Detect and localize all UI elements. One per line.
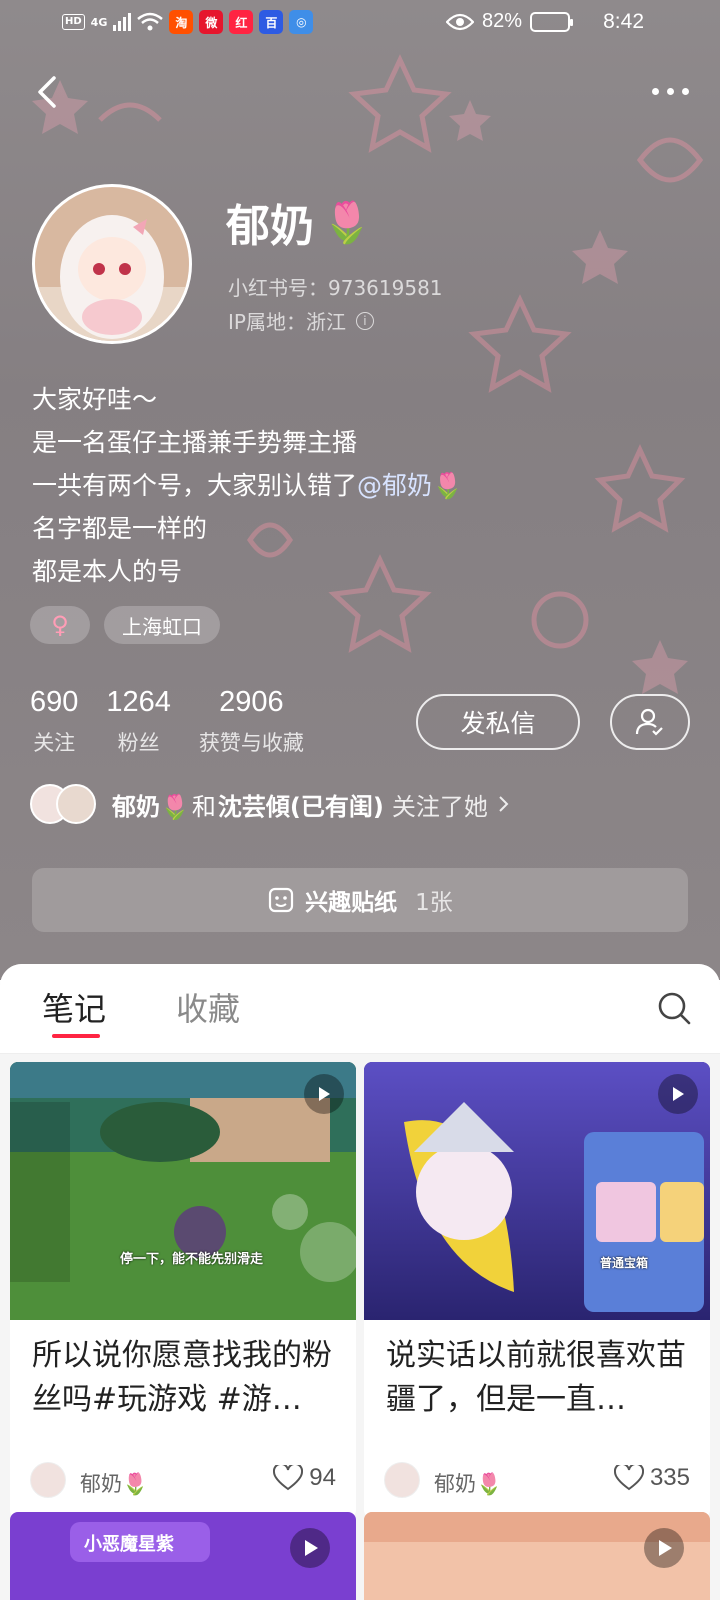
browser-icon: ◎ [289, 10, 314, 34]
back-arrow-icon[interactable] [30, 72, 70, 112]
search-icon[interactable] [656, 990, 692, 1026]
note-author[interactable]: 郁奶🌷 [80, 1468, 148, 1498]
baidu-icon: 百 [259, 10, 284, 34]
mutual-suffix: 关注了她 [391, 792, 488, 821]
stat-followers[interactable]: 1264 粉丝 [106, 686, 171, 757]
xiaohongshu-icon: 红 [229, 10, 254, 34]
profile-header: HD 4G 淘 微 红 百 ◎ 82% 8:42 郁奶 🌷 小红书号：97361… [0, 0, 720, 980]
tulip-emoji: 🌷 [322, 199, 372, 246]
game-scene-green [10, 1062, 356, 1320]
follow-button[interactable] [610, 694, 690, 750]
stat-following-value: 690 [30, 686, 79, 718]
game-scene-purple [364, 1062, 710, 1320]
notes-sheet: 笔记 收藏 停一下，能不能先别滑走 所以说你愿意找我的粉丝吗#玩游戏 #游… 郁… [0, 964, 720, 1600]
more-options-icon[interactable] [648, 78, 692, 104]
send-message-button[interactable]: 发私信 [416, 694, 580, 750]
note-cover-caption: 普通宝箱 [600, 1256, 649, 1270]
note-title: 说实话以前就很喜欢苗疆了，但是一直… [386, 1338, 686, 1417]
profile-stats: 690 关注 1264 粉丝 2906 获赞与收藏 [30, 686, 332, 757]
wifi-icon [137, 12, 164, 31]
red-id: 小红书号：973619581 [228, 276, 443, 300]
note-card[interactable]: 小恶魔星紫 [10, 1512, 356, 1600]
ip-location-text: IP属地：浙江 [228, 310, 346, 334]
like-button[interactable]: 335 [613, 1464, 690, 1492]
video-play-icon [304, 1074, 344, 1114]
like-count: 94 [309, 1464, 336, 1491]
tab-favorites[interactable]: 收藏 [176, 984, 240, 1030]
tab-notes[interactable]: 笔记 [42, 984, 106, 1030]
like-count: 335 [649, 1464, 690, 1491]
bio-line-3-text: 一共有两个号，大家别认错了 [32, 471, 358, 500]
stat-following-label: 关注 [33, 731, 76, 755]
bio: 大家好哇～ 是一名蛋仔主播兼手势舞主播 一共有两个号，大家别认错了@郁奶🌷 名字… [32, 378, 463, 593]
note-card[interactable]: 停一下，能不能先别滑走 所以说你愿意找我的粉丝吗#玩游戏 #游… 郁奶🌷 94 [10, 1062, 356, 1518]
like-button[interactable]: 94 [273, 1464, 336, 1492]
mutual-connector: 和 [191, 792, 216, 821]
location-tag: 上海虹口 [104, 606, 220, 644]
note-title: 所以说你愿意找我的粉丝吗#玩游戏 #游… [32, 1338, 332, 1417]
video-play-icon [658, 1074, 698, 1114]
stat-followers-label: 粉丝 [117, 731, 160, 755]
mutual-follow-row[interactable]: 郁奶🌷 和 沈芸傾(已有闺) 关注了她 [30, 784, 512, 824]
nickname: 郁奶 🌷 [226, 190, 372, 254]
weibo-icon: 微 [199, 10, 224, 34]
note-cover-image [364, 1512, 710, 1600]
note-author-avatar[interactable] [30, 1462, 66, 1498]
interest-sticker-bar[interactable]: 兴趣贴纸 1张 [32, 868, 688, 932]
signal-icon [113, 13, 132, 31]
sticker-label: 兴趣贴纸 [305, 890, 398, 916]
avatar-illustration [35, 187, 189, 341]
content-tabs: 笔记 收藏 [0, 964, 720, 1054]
note-cover-caption: 小恶魔星紫 [84, 1534, 174, 1555]
note-card[interactable] [364, 1512, 710, 1600]
ip-location: IP属地：浙江 i [228, 306, 374, 335]
status-bar: HD 4G 淘 微 红 百 ◎ 82% 8:42 [0, 0, 720, 48]
note-cover-caption: 停一下，能不能先别滑走 [120, 1252, 264, 1267]
heart-icon [273, 1465, 304, 1491]
hd-badge: HD [62, 14, 85, 30]
stat-likes-label: 获赞与收藏 [198, 731, 304, 755]
mutual-avatar-2 [56, 784, 96, 824]
nickname-text: 郁奶 [226, 201, 314, 252]
stat-followers-value: 1264 [106, 686, 171, 718]
bio-line-5: 都是本人的号 [32, 557, 183, 586]
status-right: 82% [445, 10, 573, 33]
stat-likes-value: 2906 [219, 686, 284, 718]
note-footer: 郁奶🌷 335 [364, 1438, 710, 1518]
note-author-avatar[interactable] [384, 1462, 420, 1498]
note-cover-image: 普通宝箱 [364, 1062, 710, 1320]
stat-likes[interactable]: 2906 获赞与收藏 [199, 686, 304, 757]
avatar[interactable] [32, 184, 192, 344]
user-check-icon [635, 708, 663, 736]
note-cover-image: 停一下，能不能先别滑走 [10, 1062, 356, 1320]
bio-line-1: 大家好哇～ [32, 385, 158, 414]
battery-percent: 82% [481, 10, 522, 32]
status-left: HD 4G 淘 微 红 百 ◎ [62, 10, 314, 34]
active-tab-indicator [52, 1034, 100, 1038]
bio-mention-link[interactable]: @郁奶🌷 [357, 471, 463, 500]
battery-icon [530, 11, 573, 32]
bio-line-2: 是一名蛋仔主播兼手势舞主播 [32, 428, 358, 457]
note-author[interactable]: 郁奶🌷 [434, 1468, 502, 1498]
info-icon[interactable]: i [355, 311, 374, 330]
sticker-count: 1张 [415, 890, 453, 916]
sticker-icon [269, 887, 294, 913]
bio-line-4: 名字都是一样的 [32, 514, 208, 543]
clock: 8:42 [603, 10, 644, 33]
mutual-name-1: 郁奶🌷 [112, 792, 190, 821]
taobao-icon: 淘 [169, 10, 194, 34]
profile-tags: ♀ 上海虹口 [30, 606, 220, 644]
mutual-name-2: 沈芸傾(已有闺) [217, 792, 384, 821]
note-footer: 郁奶🌷 94 [10, 1438, 356, 1518]
eye-icon [445, 13, 474, 30]
gender-tag: ♀ [30, 606, 90, 644]
stat-following[interactable]: 690 关注 [30, 686, 78, 757]
chevron-right-icon [499, 796, 509, 812]
note-cover-image [10, 1512, 356, 1600]
heart-icon [613, 1465, 644, 1491]
note-card[interactable]: 普通宝箱 说实话以前就很喜欢苗疆了，但是一直… 郁奶🌷 335 [364, 1062, 710, 1518]
network-type: 4G [90, 15, 108, 29]
bio-line-3: 一共有两个号，大家别认错了@郁奶🌷 [32, 464, 463, 507]
